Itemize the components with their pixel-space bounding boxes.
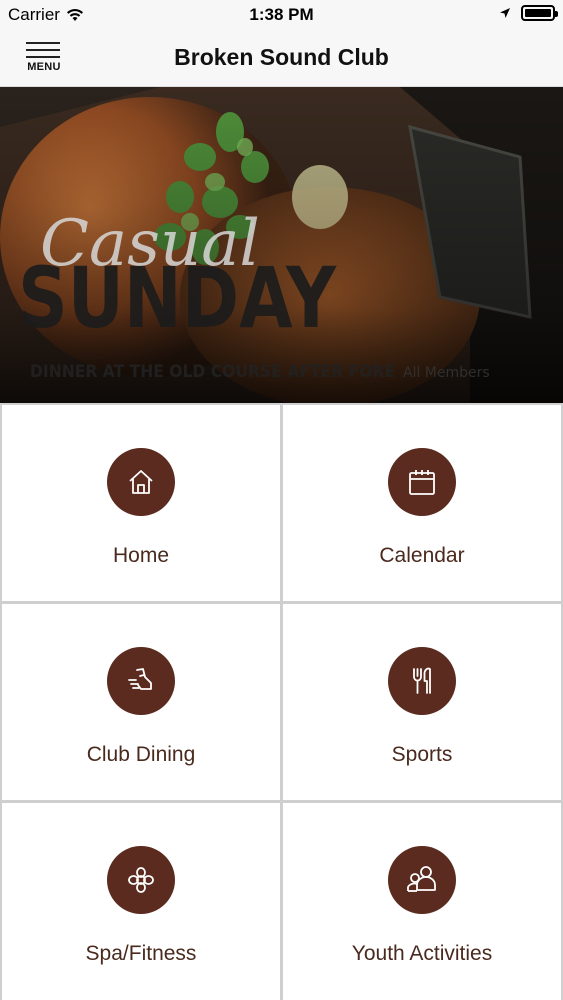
status-time: 1:38 PM — [249, 5, 314, 24]
home-icon — [107, 448, 175, 516]
banner-image: Casual SUNDAY DINNER AT THE OLD COURSE A… — [0, 87, 563, 403]
tile-label-youth-activities: Youth Activities — [351, 942, 493, 965]
tile-youth-activities[interactable]: Youth Activities — [283, 803, 561, 1000]
battery-icon — [521, 5, 558, 21]
tile-label-sports: Sports — [391, 743, 453, 766]
running-shoe-icon — [107, 647, 175, 715]
calendar-icon — [388, 448, 456, 516]
tile-label-spa-fitness: Spa/Fitness — [85, 942, 197, 965]
banner-audience: All Members — [403, 365, 490, 381]
tile-club-dining[interactable]: Club Dining — [2, 604, 280, 800]
nav-grid: Home Calendar Club Dining Sports Spa/Fit… — [0, 403, 563, 1000]
status-bar: Carrier 1:38 PM — [0, 0, 563, 30]
tile-label-home: Home — [112, 544, 170, 567]
location-arrow-icon — [500, 8, 510, 18]
tile-calendar[interactable]: Calendar — [283, 405, 561, 601]
flower-icon — [107, 846, 175, 914]
tile-home[interactable]: Home — [2, 405, 280, 601]
people-icon — [388, 846, 456, 914]
tile-spa-fitness[interactable]: Spa/Fitness — [2, 803, 280, 1000]
tile-label-club-dining: Club Dining — [86, 743, 196, 766]
page-title: Broken Sound Club — [174, 44, 389, 70]
banner-subline: DINNER AT THE OLD COURSE AFTER FORE — [30, 362, 395, 382]
fork-knife-icon — [388, 647, 456, 715]
tile-label-calendar: Calendar — [379, 544, 465, 567]
banner-headline: SUNDAY — [18, 249, 337, 347]
app-header: MENU Broken Sound Club — [0, 30, 563, 87]
promo-banner[interactable]: Casual SUNDAY DINNER AT THE OLD COURSE A… — [0, 87, 563, 403]
tile-sports[interactable]: Sports — [283, 604, 561, 800]
status-right — [499, 5, 558, 21]
